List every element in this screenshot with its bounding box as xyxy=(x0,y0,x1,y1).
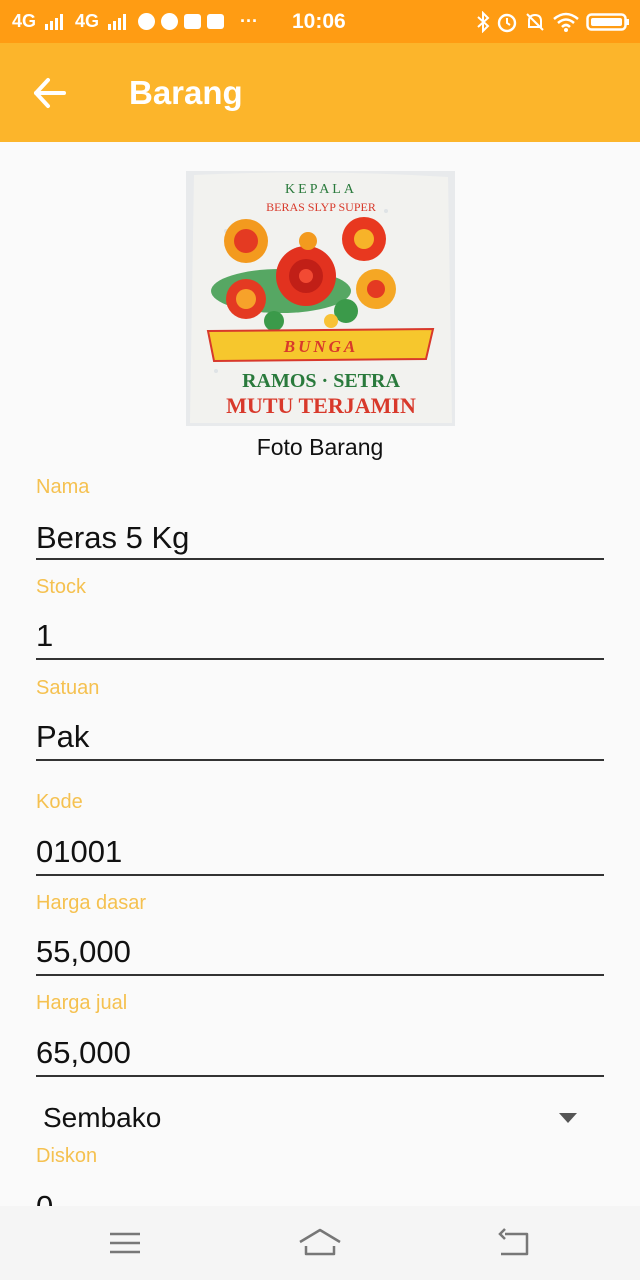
field-label: Satuan xyxy=(36,677,100,699)
alarm-icon xyxy=(497,13,517,32)
bag-text-line1: RAMOS · SETRA xyxy=(242,370,400,392)
field-diskon[interactable]: Diskon 0 xyxy=(36,1145,604,1206)
field-value[interactable]: Pak xyxy=(36,719,89,755)
field-underline xyxy=(36,558,604,560)
menu-icon xyxy=(110,1232,140,1254)
field-underline xyxy=(36,759,604,761)
field-value[interactable]: 55,000 xyxy=(36,934,131,970)
back-button[interactable] xyxy=(26,69,74,117)
category-selected: Sembako xyxy=(43,1102,162,1133)
mail-icon xyxy=(184,14,202,29)
status-bar: 4G 4G ··· 10:06 xyxy=(0,0,640,43)
field-harga-dasar[interactable]: Harga dasar 55,000 xyxy=(36,892,604,980)
compass-icon xyxy=(161,13,179,30)
field-label: Nama xyxy=(36,476,90,498)
field-value[interactable]: 0 xyxy=(36,1189,53,1206)
field-label: Stock xyxy=(36,576,87,598)
field-nama[interactable]: Nama Beras 5 Kg xyxy=(36,476,604,564)
field-underline xyxy=(36,658,604,660)
bag-text-line2: MUTU TERJAMIN xyxy=(226,393,416,418)
signal-icon xyxy=(45,13,64,30)
field-underline xyxy=(36,874,604,876)
nav-home-button[interactable] xyxy=(290,1220,350,1266)
telegram-icon xyxy=(138,13,156,30)
field-underline xyxy=(36,1075,604,1077)
wifi-icon xyxy=(553,12,579,32)
bag-text-banner: BUNGA xyxy=(283,337,359,356)
more-notifications: ··· xyxy=(240,11,259,31)
field-satuan[interactable]: Satuan Pak xyxy=(36,677,604,765)
clipboard-check-icon xyxy=(207,14,225,29)
field-label: Diskon xyxy=(36,1145,98,1167)
status-right xyxy=(476,0,630,43)
field-stock[interactable]: Stock 1 xyxy=(36,576,604,664)
nav-back-button[interactable] xyxy=(485,1220,545,1266)
field-value[interactable]: Beras 5 Kg xyxy=(36,520,189,556)
field-underline xyxy=(36,974,604,976)
field-label: Harga dasar xyxy=(36,892,147,914)
field-label: Kode xyxy=(36,791,83,813)
bag-text-arc: BERAS SLYP SUPER xyxy=(266,200,376,214)
field-value[interactable]: 65,000 xyxy=(36,1035,131,1071)
dropdown-arrow-icon xyxy=(559,1113,577,1123)
status-time: 10:06 xyxy=(292,10,346,33)
bag-text-top: KEPALA xyxy=(285,182,357,197)
mute-icon xyxy=(526,12,544,31)
home-icon xyxy=(299,1228,341,1256)
photo-caption: Foto Barang xyxy=(256,434,384,460)
product-photo[interactable]: KEPALA BERAS SLYP SUPER BUNGA RAMOS · SE… xyxy=(186,171,455,426)
status-left: 4G 4G ··· xyxy=(12,0,258,43)
battery-icon xyxy=(586,12,629,31)
network-type-1: 4G xyxy=(12,11,37,31)
bluetooth-icon xyxy=(477,10,490,33)
network-type-2: 4G xyxy=(75,11,100,31)
field-value[interactable]: 1 xyxy=(36,618,53,654)
signal-icon xyxy=(108,13,127,30)
page-title: Barang xyxy=(129,74,243,111)
field-value[interactable]: 01001 xyxy=(36,834,122,870)
nav-menu-button[interactable] xyxy=(95,1220,155,1266)
rice-bag-image: KEPALA BERAS SLYP SUPER BUNGA RAMOS · SE… xyxy=(186,171,455,426)
arrow-left-icon xyxy=(34,78,66,108)
back-icon xyxy=(498,1228,529,1256)
app-bar: Barang xyxy=(0,43,640,142)
field-label: Harga jual xyxy=(36,992,128,1014)
navigation-bar xyxy=(0,1206,640,1280)
field-kode[interactable]: Kode 01001 xyxy=(36,791,604,879)
field-harga-jual[interactable]: Harga jual 65,000 xyxy=(36,992,604,1080)
category-dropdown[interactable]: Sembako xyxy=(43,1098,583,1142)
